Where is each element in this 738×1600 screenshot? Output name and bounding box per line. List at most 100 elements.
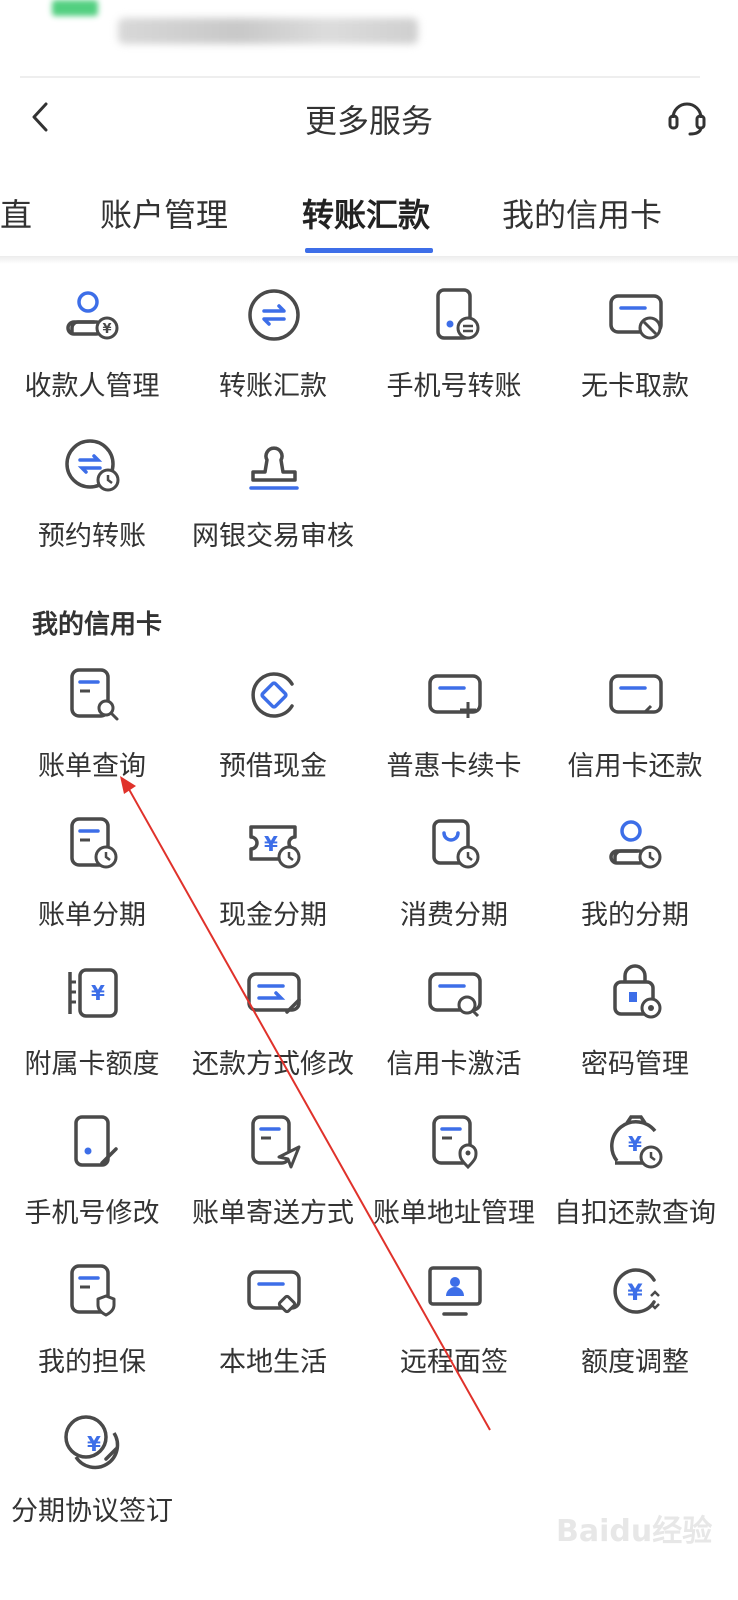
transfer-item[interactable]: 手机号转账 xyxy=(362,284,546,436)
transfer-item[interactable]: 网银交易审核 xyxy=(181,434,365,586)
transfer-item[interactable]: 转账汇款 xyxy=(181,284,365,436)
credit-item[interactable]: 本地生活 xyxy=(181,1260,365,1412)
transfer-item-label: 预约转账 xyxy=(38,521,146,552)
tab-bar-shadow xyxy=(0,256,738,264)
scheduled-transfer-icon xyxy=(65,439,120,492)
credit-item[interactable]: ¥ 分期协议签订 xyxy=(0,1409,184,1561)
credit-item-label: 普惠卡续卡 xyxy=(386,751,522,782)
active-tab-indicator xyxy=(305,248,433,253)
stamp-icon xyxy=(249,446,299,490)
credit-item[interactable]: 普惠卡续卡 xyxy=(362,664,546,816)
transfer-item-label: 手机号转账 xyxy=(386,371,522,402)
credit-item-label: 账单查询 xyxy=(38,751,146,782)
svg-text:¥: ¥ xyxy=(87,1432,101,1456)
headset-icon xyxy=(668,102,706,136)
blurred-notification-text xyxy=(118,18,418,44)
credit-item-label: 信用卡还款 xyxy=(567,751,703,782)
bill-installment-icon xyxy=(70,817,118,869)
credit-item[interactable]: 我的担保 xyxy=(0,1260,184,1412)
top-bar: 更多服务 xyxy=(0,82,738,152)
credit-item-label: 远程面签 xyxy=(400,1347,508,1378)
credit-item-label: 预借现金 xyxy=(219,751,327,782)
credit-item-label: 还款方式修改 xyxy=(192,1049,354,1080)
blurred-notification-icon xyxy=(52,0,98,16)
credit-item-label: 账单分期 xyxy=(38,900,146,931)
credit-item-label: 账单寄送方式 xyxy=(192,1198,354,1229)
credit-item[interactable]: ¥ 自扣还款查询 xyxy=(543,1111,727,1263)
credit-item-label: 额度调整 xyxy=(581,1347,689,1378)
credit-item[interactable]: 远程面签 xyxy=(362,1260,546,1412)
transfer-item[interactable]: 预约转账 xyxy=(0,434,184,586)
repay-method-icon xyxy=(247,972,301,1014)
credit-item-label: 我的分期 xyxy=(581,900,689,931)
auto-debit-icon: ¥ xyxy=(610,1115,663,1169)
page-title: 更多服务 xyxy=(304,102,433,140)
credit-item[interactable]: ¥ 现金分期 xyxy=(181,813,365,965)
my-installment-icon xyxy=(609,820,662,869)
cardless-withdraw-icon xyxy=(609,294,663,340)
credit-item[interactable]: 信用卡激活 xyxy=(362,962,546,1114)
credit-item-label: 信用卡激活 xyxy=(386,1049,522,1080)
tab-account-management[interactable]: 账户管理 xyxy=(100,190,228,236)
transfer-icon xyxy=(248,289,300,341)
credit-item-label: 本地生活 xyxy=(219,1347,327,1378)
credit-item[interactable]: 信用卡还款 xyxy=(543,664,727,816)
credit-item-label: 分期协议签订 xyxy=(11,1496,173,1527)
tab-bar: 直 账户管理 转账汇款 我的信用卡 xyxy=(0,178,738,256)
customer-service-button[interactable] xyxy=(664,94,710,140)
credit-item-label: 密码管理 xyxy=(581,1049,689,1080)
credit-item[interactable]: 我的分期 xyxy=(543,813,727,965)
credit-item-label: 附属卡额度 xyxy=(24,1049,160,1080)
credit-item-label: 账单地址管理 xyxy=(373,1198,535,1229)
installment-agreement-icon: ¥ xyxy=(64,1415,120,1470)
local-life-icon xyxy=(247,1270,301,1314)
remote-sign-icon xyxy=(428,1266,482,1316)
credit-item[interactable]: 还款方式修改 xyxy=(181,962,365,1114)
bill-search-icon xyxy=(70,668,119,721)
credit-item[interactable]: 账单分期 xyxy=(0,813,184,965)
svg-text:¥: ¥ xyxy=(102,322,111,337)
credit-item[interactable]: 预借现金 xyxy=(181,664,365,816)
limit-adjust-icon: ¥ xyxy=(613,1268,660,1314)
svg-text:¥: ¥ xyxy=(628,1132,642,1156)
card-renew-icon xyxy=(428,674,482,718)
transfer-item-label: 无卡取款 xyxy=(581,371,689,402)
tab-partial[interactable]: 直 xyxy=(0,190,32,236)
tab-my-credit-card[interactable]: 我的信用卡 xyxy=(502,190,662,236)
guarantee-icon xyxy=(70,1264,116,1317)
password-icon xyxy=(613,964,662,1019)
bill-delivery-icon xyxy=(251,1115,301,1169)
transfer-item[interactable]: 无卡取款 xyxy=(543,284,727,436)
svg-text:¥: ¥ xyxy=(91,981,105,1005)
transfer-services-grid: ¥ 收款人管理 转账汇款 手机号转账 无卡取款预约转账 网银交易审核 xyxy=(0,284,738,584)
credit-item[interactable]: ¥ 额度调整 xyxy=(543,1260,727,1412)
cash-installment-icon: ¥ xyxy=(249,825,301,869)
credit-item[interactable]: ¥ 附属卡额度 xyxy=(0,962,184,1114)
credit-item[interactable]: 密码管理 xyxy=(543,962,727,1114)
svg-text:¥: ¥ xyxy=(627,1281,643,1306)
cash-advance-icon xyxy=(251,672,294,718)
supplementary-limit-icon: ¥ xyxy=(68,968,118,1018)
tab-transfer[interactable]: 转账汇款 xyxy=(302,190,430,236)
transfer-item-label: 网银交易审核 xyxy=(192,521,354,552)
credit-item[interactable]: 账单地址管理 xyxy=(362,1111,546,1263)
transfer-item-label: 转账汇款 xyxy=(219,371,327,402)
credit-item[interactable]: 手机号修改 xyxy=(0,1111,184,1263)
phone-edit-icon xyxy=(74,1115,118,1167)
credit-item[interactable]: 消费分期 xyxy=(362,813,546,965)
payee-icon: ¥ xyxy=(66,291,119,340)
credit-item-label: 我的担保 xyxy=(38,1347,146,1378)
transfer-item[interactable]: ¥ 收款人管理 xyxy=(0,284,184,436)
card-activate-icon xyxy=(428,972,482,1018)
credit-item-label: 消费分期 xyxy=(400,900,508,931)
bill-address-icon xyxy=(432,1115,478,1170)
status-bar xyxy=(0,0,738,82)
credit-item[interactable]: 账单寄送方式 xyxy=(181,1111,365,1263)
svg-text:¥: ¥ xyxy=(264,832,278,856)
credit-card-section-title: 我的信用卡 xyxy=(32,610,163,640)
transfer-item-label: 收款人管理 xyxy=(24,371,160,402)
card-repay-icon xyxy=(609,674,663,714)
credit-item[interactable]: 账单查询 xyxy=(0,664,184,816)
watermark-logo: Baidu经验 xyxy=(556,1500,726,1550)
credit-item-label: 自扣还款查询 xyxy=(554,1198,716,1229)
